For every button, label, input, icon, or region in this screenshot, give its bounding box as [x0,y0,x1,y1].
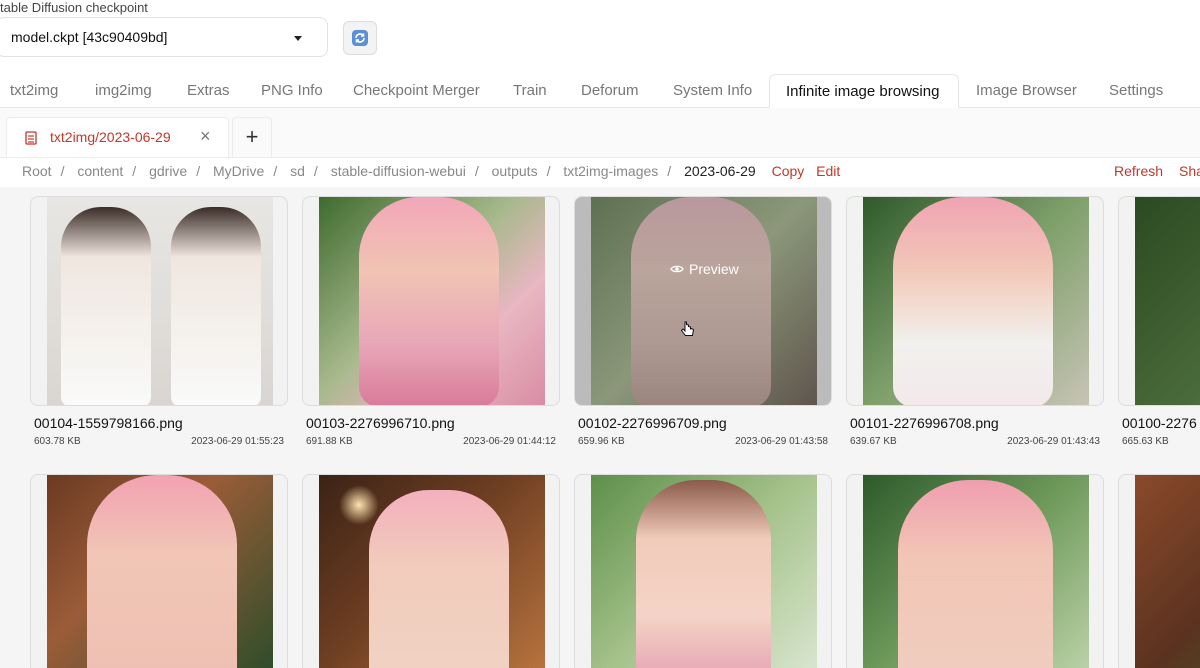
breadcrumb-content[interactable]: content [77,163,123,179]
share-button[interactable]: Sha [1179,163,1200,179]
thumbnail[interactable] [1118,474,1200,668]
close-icon[interactable]: × [200,126,211,147]
preview-button[interactable]: Preview [670,261,739,277]
breadcrumb-root[interactable]: Root [22,163,52,179]
file-size: 639.67 KB [850,436,897,447]
refresh-icon [352,30,368,46]
thumbnail-image [1135,197,1200,405]
breadcrumb-sd[interactable]: sd [290,163,305,179]
tab-deforum[interactable]: Deforum [581,74,639,107]
file-size: 659.96 KB [578,436,625,447]
add-tab-button[interactable]: + [232,117,272,157]
tab-image-browser[interactable]: Image Browser [976,74,1077,107]
file-date: 2023-06-29 01:43:43 [1007,436,1100,447]
tab-png-info[interactable]: PNG Info [261,74,323,107]
thumbnail[interactable] [30,474,288,668]
checkpoint-value: model.ckpt [43c90409bd] [11,29,168,45]
file-icon [25,131,37,145]
preview-overlay [575,197,831,405]
file-name: 00104-1559798166.png [34,415,183,431]
thumbnail-image [1135,475,1200,668]
thumbnail-image [319,475,545,668]
breadcrumb-mydrive[interactable]: MyDrive [213,163,264,179]
tab-txt2img[interactable]: txt2img [10,74,58,107]
thumbnail[interactable] [846,474,1104,668]
tab-extras[interactable]: Extras [187,74,230,107]
file-size: 691.88 KB [306,436,353,447]
file-size: 603.78 KB [34,436,81,447]
breadcrumb-current: 2023-06-29 [684,163,756,179]
breadcrumb-stable-diffusion-webui[interactable]: stable-diffusion-webui [331,163,466,179]
refresh-checkpoint-button[interactable] [343,21,377,55]
file-size: 665.63 KB [1122,436,1169,447]
checkpoint-dropdown[interactable]: model.ckpt [43c90409bd] [0,17,328,57]
thumbnail-image [591,475,817,668]
breadcrumb-txt2img-images[interactable]: txt2img-images [563,163,658,179]
thumbnail[interactable] [302,196,560,406]
tab-infinite-image-browsing[interactable]: Infinite image browsing [769,74,959,108]
file-date: 2023-06-29 01:55:23 [191,436,284,447]
image-grid: 00104-1559798166.png 603.78 KB 2023-06-2… [0,187,1200,668]
thumbnail[interactable]: Preview [574,196,832,406]
chevron-down-icon [294,36,302,41]
tab-settings[interactable]: Settings [1109,74,1163,107]
file-tab-bar: txt2img/2023-06-29 × + [0,108,1200,158]
refresh-button[interactable]: Refresh [1114,163,1163,179]
tab-system-info[interactable]: System Info [673,74,752,107]
file-name: 00101-2276996708.png [850,415,999,431]
checkpoint-label: table Diffusion checkpoint [0,0,148,15]
file-name: 00100-2276 [1122,415,1197,431]
thumbnail-image [47,197,273,405]
file-date: 2023-06-29 01:44:12 [463,436,556,447]
breadcrumb-gdrive[interactable]: gdrive [149,163,187,179]
tab-img2img[interactable]: img2img [95,74,152,107]
thumbnail[interactable] [846,196,1104,406]
thumbnail-image [863,475,1089,668]
thumbnail[interactable] [30,196,288,406]
breadcrumb: Root / content / gdrive / MyDrive / sd / stab… [22,163,841,179]
edit-path-button[interactable]: Edit [816,163,840,179]
tab-train[interactable]: Train [513,74,547,107]
breadcrumb-outputs[interactable]: outputs [492,163,538,179]
copy-path-button[interactable]: Copy [772,163,805,179]
file-tab-txt2img[interactable]: txt2img/2023-06-29 × [6,117,229,157]
thumbnail[interactable] [1118,196,1200,406]
file-date: 2023-06-29 01:43:58 [735,436,828,447]
thumbnail[interactable] [302,474,560,668]
preview-label: Preview [689,261,739,277]
tab-checkpoint-merger[interactable]: Checkpoint Merger [353,74,480,107]
file-tab-title: txt2img/2023-06-29 [50,129,171,145]
thumbnail-image [319,197,545,405]
thumbnail[interactable] [574,474,832,668]
eye-icon [670,265,684,273]
thumbnail-image [47,475,273,668]
file-name: 00102-2276996709.png [578,415,727,431]
file-name: 00103-2276996710.png [306,415,455,431]
main-tabs: txt2img img2img Extras PNG Info Checkpoi… [0,74,1200,108]
cursor-icon [681,321,695,336]
thumbnail-image [863,197,1089,405]
